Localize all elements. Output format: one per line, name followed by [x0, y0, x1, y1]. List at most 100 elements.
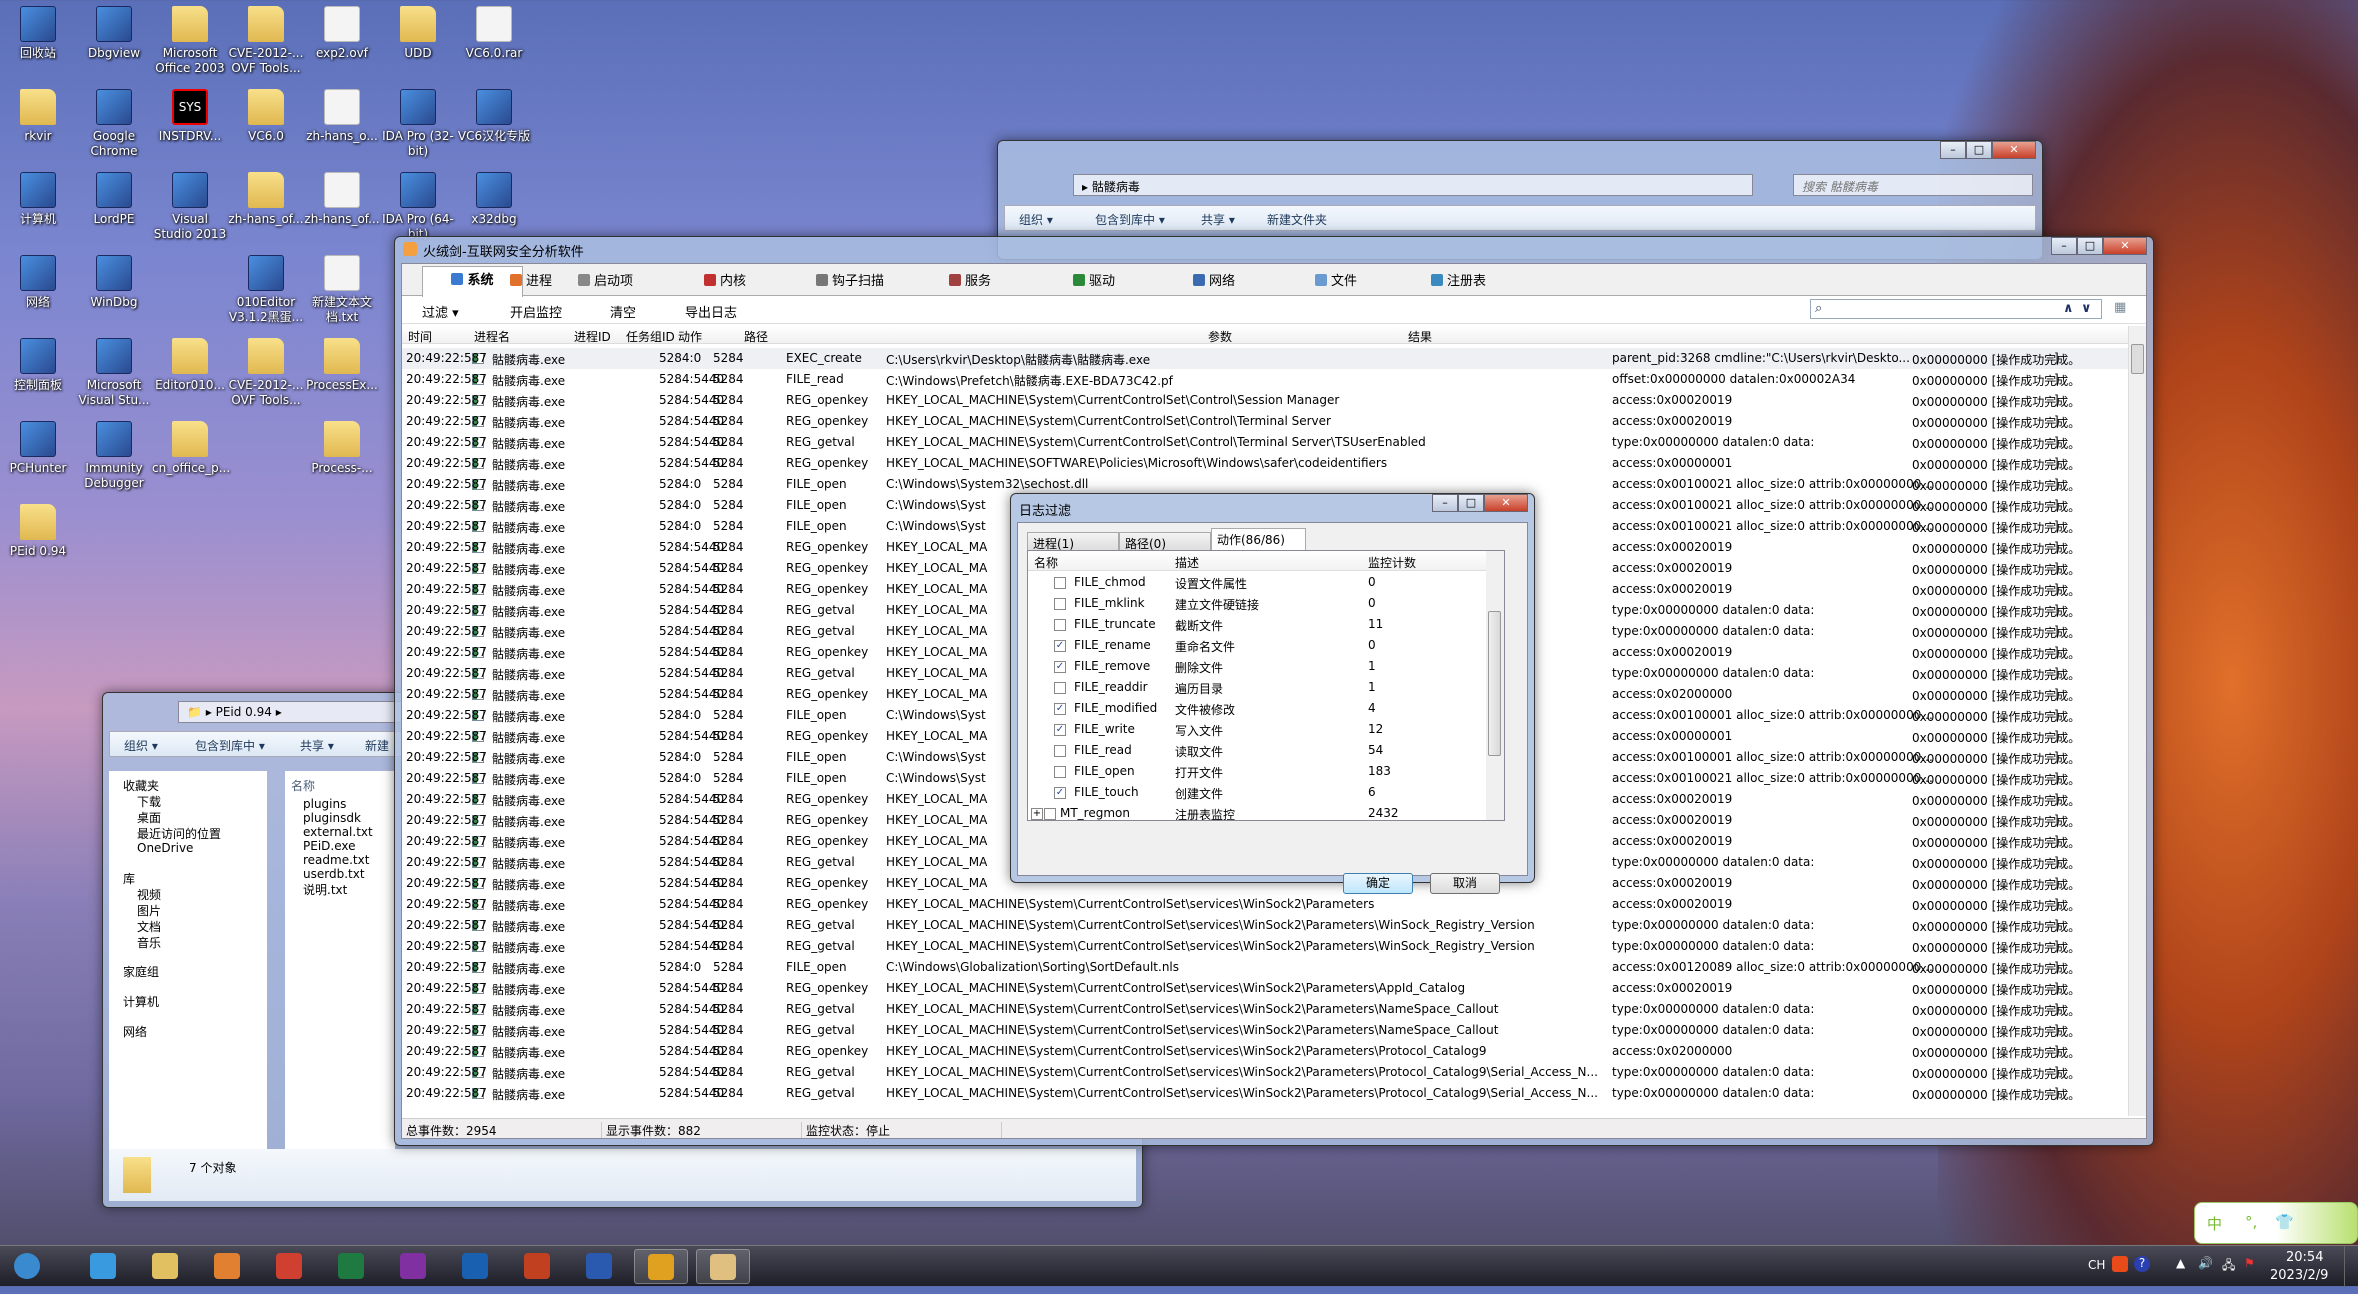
action-item[interactable]: ✓ FILE_rename 重命名文件 0	[1028, 635, 1486, 656]
table-row[interactable]: 20:49:22:587 骷髅病毒.exe 5284:5440 5284 REG_get…	[402, 1083, 2128, 1104]
nav-item[interactable]: 桌面	[137, 809, 161, 826]
action-item[interactable]: FILE_read 读取文件 54	[1028, 740, 1486, 761]
action-item[interactable]: ✓ FILE_write 写入文件 12	[1028, 719, 1486, 740]
column-count[interactable]: 监控计数	[1368, 554, 1416, 571]
ime-punctuation[interactable]: °,	[2245, 1213, 2257, 1231]
desktop-icon[interactable]: 控制面板	[0, 338, 76, 393]
desktop-icon[interactable]: cn_office_p...	[152, 421, 230, 476]
desktop-icon[interactable]: rkvir	[0, 89, 76, 144]
column-header[interactable]: 任务组ID	[626, 328, 675, 345]
desktop-icon[interactable]: VC6.0	[228, 89, 304, 144]
nav-item[interactable]: 收藏夹	[123, 777, 159, 794]
chrome-taskbar-button[interactable]	[262, 1249, 316, 1284]
clock-time[interactable]: 20:54	[2286, 1250, 2323, 1265]
column-header[interactable]: 结果	[1408, 328, 1432, 345]
desktop-icon[interactable]: 回收站	[0, 6, 76, 61]
checkbox[interactable]	[1054, 598, 1066, 610]
desktop-icon[interactable]: PEid 0.94	[0, 504, 76, 559]
table-row[interactable]: 20:49:22:587 骷髅病毒.exe 5284:5440 5284 REG_ope…	[402, 894, 2128, 915]
desktop-icon[interactable]: Google Chrome	[76, 89, 152, 159]
powerpoint-taskbar-button[interactable]	[510, 1249, 564, 1284]
network-icon[interactable]: 🖧	[2222, 1256, 2235, 1277]
column-header[interactable]: 进程名	[474, 328, 510, 345]
file-item[interactable]: external.txt	[303, 825, 373, 839]
checkbox[interactable]: ✓	[1054, 661, 1066, 673]
column-description[interactable]: 描述	[1175, 554, 1199, 571]
desktop-icon[interactable]: VC6汉化专版	[456, 89, 532, 144]
action-center-icon[interactable]: ⚑	[2244, 1256, 2255, 1270]
checkbox[interactable]	[1054, 682, 1066, 694]
table-row[interactable]: 20:49:22:587 骷髅病毒.exe 5284:0 5284 FILE_open C…	[402, 474, 2128, 495]
desktop-icon[interactable]: IDA Pro (32-bit)	[380, 89, 456, 159]
share-button[interactable]: 共享 ▾	[1201, 211, 1235, 228]
desktop-icon[interactable]: 010Editor V3.1.2黑蛋...	[228, 255, 304, 325]
desktop-icon[interactable]: Process-...	[304, 421, 380, 476]
outlook-taskbar-button[interactable]	[448, 1249, 502, 1284]
action-item[interactable]: ✓ FILE_touch 创建文件 6	[1028, 782, 1486, 803]
vertical-scrollbar[interactable]	[2128, 326, 2146, 1116]
nav-item[interactable]: 视频	[137, 886, 161, 903]
tab-5[interactable]: 服务	[949, 270, 991, 289]
minimize-button[interactable]: –	[1940, 141, 1966, 159]
action-item[interactable]: FILE_chmod 设置文件属性 0	[1028, 572, 1486, 593]
share-button[interactable]: 共享 ▾	[300, 737, 334, 754]
nav-item[interactable]: 网络	[123, 1023, 147, 1040]
maximize-button[interactable]: □	[1966, 141, 1992, 159]
desktop-icon[interactable]: zh-hans_of...	[228, 172, 304, 227]
scroll-thumb[interactable]	[2131, 344, 2144, 374]
tab-action[interactable]: 动作(86/86)	[1211, 528, 1306, 551]
checkbox[interactable]	[1054, 619, 1066, 631]
nav-item[interactable]: 最近访问的位置	[137, 825, 221, 842]
new-folder-button[interactable]: 新建	[365, 737, 389, 754]
media-player-taskbar-button[interactable]	[200, 1249, 254, 1284]
table-row[interactable]: 20:49:22:587 骷髅病毒.exe 5284:0 5284 EXEC_creat…	[402, 348, 2128, 369]
desktop-icon[interactable]: Microsoft Office 2003	[152, 6, 228, 76]
show-hidden-icons[interactable]: ▲	[2176, 1256, 2185, 1270]
ok-button[interactable]: 确定	[1343, 873, 1413, 894]
desktop-icon[interactable]: VC6.0.rar	[456, 6, 532, 61]
checkbox[interactable]: ✓	[1054, 724, 1066, 736]
table-row[interactable]: 20:49:22:587 骷髅病毒.exe 5284:0 5284 FILE_open C…	[402, 957, 2128, 978]
table-row[interactable]: 20:49:22:587 骷髅病毒.exe 5284:5440 5284 FILE_re…	[402, 369, 2128, 390]
ime-skin-icon[interactable]: 👕	[2275, 1213, 2294, 1231]
desktop-icon[interactable]: PCHunter	[0, 421, 76, 476]
file-item[interactable]: readme.txt	[303, 853, 369, 867]
desktop-icon[interactable]: ProcessEx...	[304, 338, 380, 393]
desktop-icon[interactable]: 计算机	[0, 172, 76, 227]
include-in-library-button[interactable]: 包含到库中 ▾	[1095, 211, 1165, 228]
table-row[interactable]: 20:49:22:587 骷髅病毒.exe 5284:5440 5284 REG_get…	[402, 915, 2128, 936]
search-input[interactable]: 搜索 骷髅病毒	[1793, 174, 2033, 196]
minimize-button[interactable]: –	[2051, 237, 2077, 255]
log-filter-dialog[interactable]: 日志过滤 – □ ✕ 进程(1) 路径(0) 动作(86/86) 名称 描述 监控计…	[1010, 493, 1535, 894]
clear-button[interactable]: 清空	[610, 302, 636, 321]
checkbox[interactable]: ✓	[1054, 703, 1066, 715]
huorong-sword-taskbar-button[interactable]	[696, 1249, 750, 1284]
tab-3[interactable]: 内核	[704, 270, 746, 289]
desktop-icon[interactable]: WinDbg	[76, 255, 152, 310]
file-item[interactable]: pluginsdk	[303, 811, 361, 825]
nav-item[interactable]: 图片	[137, 902, 161, 919]
action-item[interactable]: FILE_readdir 遍历目录 1	[1028, 677, 1486, 698]
close-button[interactable]: ✕	[2103, 237, 2147, 255]
column-header[interactable]: 进程ID	[574, 328, 611, 345]
nav-item[interactable]: OneDrive	[137, 841, 193, 855]
tab-1[interactable]: 进程	[510, 270, 552, 289]
file-item[interactable]: userdb.txt	[303, 867, 365, 881]
table-row[interactable]: 20:49:22:587 骷髅病毒.exe 5284:5440 5284 REG_get…	[402, 936, 2128, 957]
search-up-button[interactable]: ∧	[2063, 301, 2074, 316]
tab-2[interactable]: 启动项	[578, 270, 633, 289]
nav-item[interactable]: 家庭组	[123, 963, 159, 980]
table-row[interactable]: 20:49:22:587 骷髅病毒.exe 5284:5440 5284 REG_ope…	[402, 978, 2128, 999]
file-item[interactable]: plugins	[303, 797, 346, 811]
column-header[interactable]: 时间	[408, 328, 432, 345]
desktop-icon[interactable]: LordPE	[76, 172, 152, 227]
desktop-icon[interactable]: zh-hans_of...	[304, 172, 380, 227]
column-header[interactable]: 路径	[744, 328, 768, 345]
column-header[interactable]: 动作	[678, 328, 702, 345]
desktop-icon[interactable]: Editor010...	[152, 338, 228, 393]
desktop-icon[interactable]: SYS INSTDRV...	[152, 89, 228, 144]
scroll-thumb[interactable]	[1488, 611, 1501, 756]
search-input[interactable]: ⌕ ∧ ∨	[1810, 299, 2102, 319]
nav-item[interactable]: 下载	[137, 793, 161, 810]
checkbox[interactable]: ✓	[1054, 640, 1066, 652]
